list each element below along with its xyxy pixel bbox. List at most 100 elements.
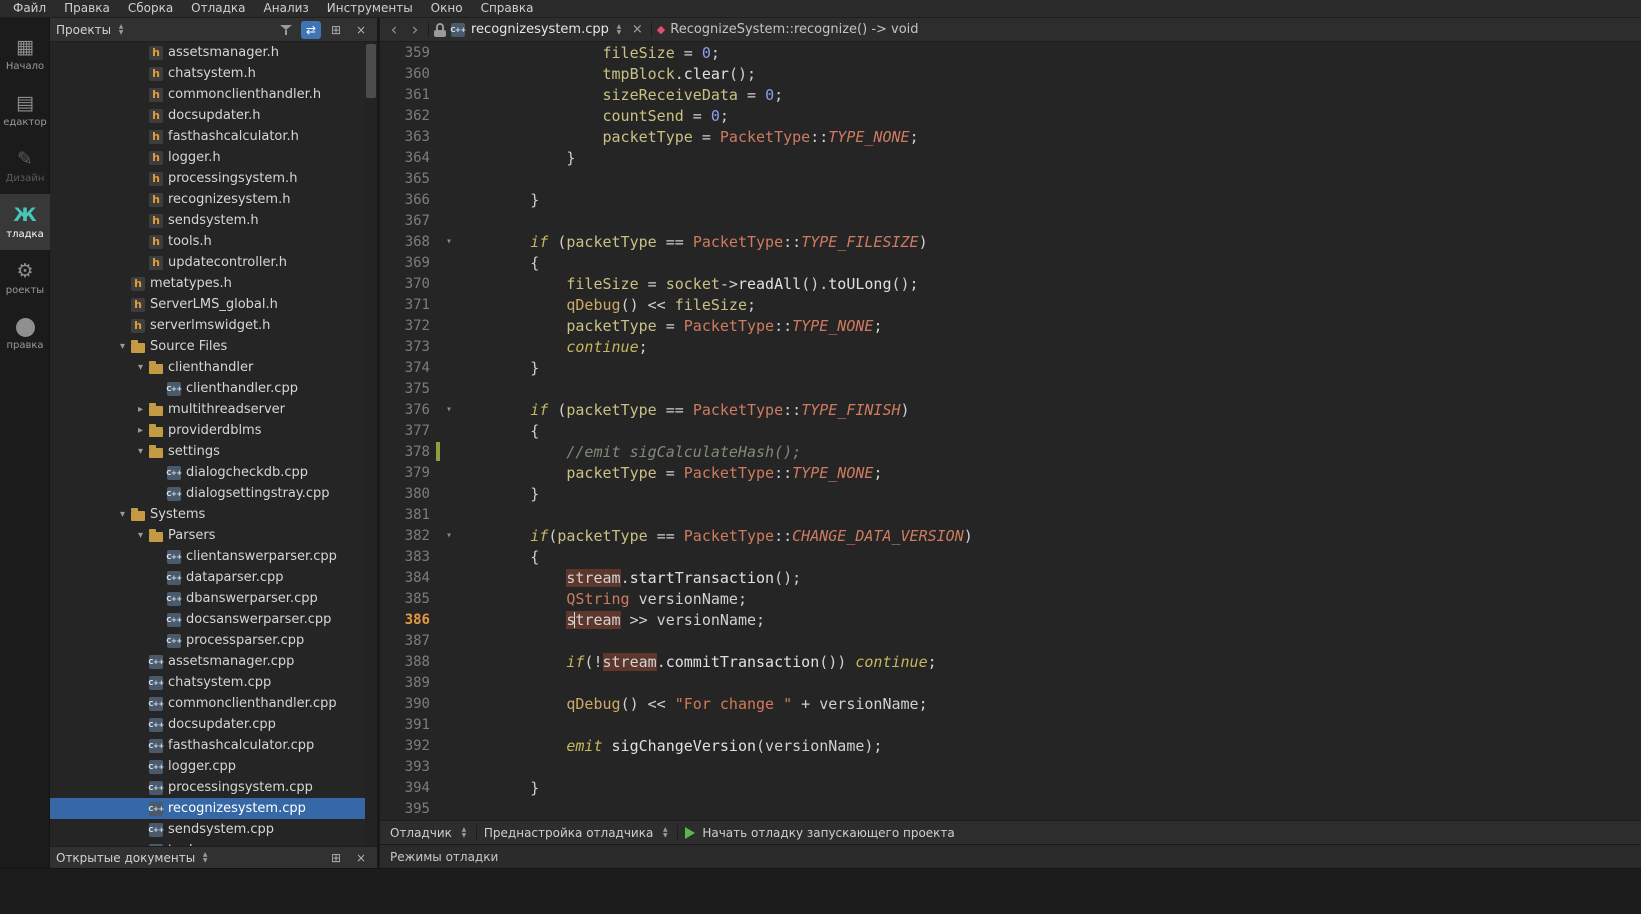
expand-arrow-icon[interactable]: ▸ bbox=[132, 425, 149, 436]
code-line[interactable]: 370 fileSize = socket->readAll().toULong… bbox=[380, 273, 1641, 294]
sync-with-editor-icon[interactable]: ⇄ bbox=[301, 21, 321, 39]
tree-item[interactable]: C++recognizesystem.cpp bbox=[50, 798, 377, 819]
code-line[interactable]: 371 qDebug() << fileSize; bbox=[380, 294, 1641, 315]
collapse-arrow-icon[interactable]: ▾ bbox=[132, 530, 149, 541]
debugger-selector[interactable]: Отладчик bbox=[390, 826, 452, 840]
mode-design[interactable]: ✎Дизайн bbox=[0, 138, 50, 194]
tree-item[interactable]: hServerLMS_global.h bbox=[50, 294, 377, 315]
code-line[interactable]: 379 packetType = PacketType::TYPE_NONE; bbox=[380, 462, 1641, 483]
code-line[interactable]: 388 if(!stream.commitTransaction()) cont… bbox=[380, 651, 1641, 672]
tree-item[interactable]: hdocsupdater.h bbox=[50, 105, 377, 126]
tree-item[interactable]: hsendsystem.h bbox=[50, 210, 377, 231]
symbol-selector[interactable]: RecognizeSystem::recognize() -> void bbox=[670, 22, 918, 37]
document-list-arrows-icon[interactable] bbox=[614, 23, 624, 37]
tree-item[interactable]: C++processparser.cpp bbox=[50, 630, 377, 651]
menu-item[interactable]: Отладка bbox=[182, 0, 254, 17]
tree-item[interactable]: ▾Systems bbox=[50, 504, 377, 525]
filter-icon[interactable] bbox=[276, 21, 296, 39]
mode-help[interactable]: ?правка bbox=[0, 306, 50, 362]
code-line[interactable]: 387 bbox=[380, 630, 1641, 651]
code-line[interactable]: 395 bbox=[380, 798, 1641, 819]
tree-item[interactable]: hmetatypes.h bbox=[50, 273, 377, 294]
code-line[interactable]: 376▾ if (packetType == PacketType::TYPE_… bbox=[380, 399, 1641, 420]
lock-icon[interactable] bbox=[434, 23, 446, 37]
forward-icon[interactable]: › bbox=[407, 20, 423, 40]
code-line[interactable]: 375 bbox=[380, 378, 1641, 399]
code-line[interactable]: 383 { bbox=[380, 546, 1641, 567]
combo-arrows-icon[interactable] bbox=[459, 826, 469, 840]
code-line[interactable]: 360 tmpBlock.clear(); bbox=[380, 63, 1641, 84]
code-line[interactable]: 374 } bbox=[380, 357, 1641, 378]
tree-item[interactable]: C++docsanswerparser.cpp bbox=[50, 609, 377, 630]
code-line[interactable]: 369 { bbox=[380, 252, 1641, 273]
menu-item[interactable]: Окно bbox=[422, 0, 472, 17]
tree-item[interactable]: C++docsupdater.cpp bbox=[50, 714, 377, 735]
tree-item[interactable]: C++dialogsettingstray.cpp bbox=[50, 483, 377, 504]
tree-item[interactable]: hserverlmswidget.h bbox=[50, 315, 377, 336]
menu-item[interactable]: Инструменты bbox=[318, 0, 422, 17]
tree-scrollbar[interactable] bbox=[365, 42, 377, 846]
code-line[interactable]: 362 countSend = 0; bbox=[380, 105, 1641, 126]
tree-item[interactable]: C++assetsmanager.cpp bbox=[50, 651, 377, 672]
code-line[interactable]: 363 packetType = PacketType::TYPE_NONE; bbox=[380, 126, 1641, 147]
mode-welcome[interactable]: ▦Начало bbox=[0, 26, 50, 82]
code-line[interactable]: 367 bbox=[380, 210, 1641, 231]
tree-item[interactable]: hlogger.h bbox=[50, 147, 377, 168]
pane-selector-arrows-icon[interactable] bbox=[116, 23, 126, 37]
code-line[interactable]: 385 QString versionName; bbox=[380, 588, 1641, 609]
tree-item[interactable]: C++sendsystem.cpp bbox=[50, 819, 377, 840]
code-line[interactable]: 389 bbox=[380, 672, 1641, 693]
expand-arrow-icon[interactable]: ▸ bbox=[132, 404, 149, 415]
code-line[interactable]: 364 } bbox=[380, 147, 1641, 168]
tree-item[interactable]: C++tools.cpp bbox=[50, 840, 377, 846]
code-line[interactable]: 392 emit sigChangeVersion(versionName); bbox=[380, 735, 1641, 756]
code-line[interactable]: 384 stream.startTransaction(); bbox=[380, 567, 1641, 588]
code-line[interactable]: 372 packetType = PacketType::TYPE_NONE; bbox=[380, 315, 1641, 336]
tree-item[interactable]: hupdatecontroller.h bbox=[50, 252, 377, 273]
mode-debug[interactable]: Жтладка bbox=[0, 194, 50, 250]
code-line[interactable]: 377 { bbox=[380, 420, 1641, 441]
collapse-arrow-icon[interactable]: ▾ bbox=[132, 362, 149, 373]
menu-item[interactable]: Файл bbox=[4, 0, 55, 17]
editor-tab[interactable]: recognizesystem.cpp bbox=[471, 22, 609, 37]
tree-item[interactable]: htools.h bbox=[50, 231, 377, 252]
code-line[interactable]: 393 bbox=[380, 756, 1641, 777]
tree-item[interactable]: ▸multithreadserver bbox=[50, 399, 377, 420]
tree-item[interactable]: ▾settings bbox=[50, 441, 377, 462]
code-line[interactable]: 378 //emit sigCalculateHash(); bbox=[380, 441, 1641, 462]
back-icon[interactable]: ‹ bbox=[386, 20, 402, 40]
close-pane-icon[interactable]: × bbox=[351, 21, 371, 39]
tree-item[interactable]: C++dialogcheckdb.cpp bbox=[50, 462, 377, 483]
mode-projects[interactable]: ⚙роекты bbox=[0, 250, 50, 306]
split-icon[interactable]: ⊞ bbox=[326, 849, 346, 867]
tree-item[interactable]: hfasthashcalculator.h bbox=[50, 126, 377, 147]
tree-item[interactable]: hprocessingsystem.h bbox=[50, 168, 377, 189]
close-pane-icon[interactable]: × bbox=[351, 849, 371, 867]
code-line[interactable]: 381 bbox=[380, 504, 1641, 525]
code-line[interactable]: 365 bbox=[380, 168, 1641, 189]
code-line[interactable]: 359 fileSize = 0; bbox=[380, 42, 1641, 63]
fold-marker-icon[interactable]: ▾ bbox=[440, 404, 458, 415]
code-line[interactable]: 386 stream >> versionName; bbox=[380, 609, 1641, 630]
split-icon[interactable]: ⊞ bbox=[326, 21, 346, 39]
code-line[interactable]: 382▾ if(packetType == PacketType::CHANGE… bbox=[380, 525, 1641, 546]
tree-item[interactable]: C++clientanswerparser.cpp bbox=[50, 546, 377, 567]
collapse-arrow-icon[interactable]: ▾ bbox=[132, 446, 149, 457]
code-line[interactable]: 390 qDebug() << "For change " + versionN… bbox=[380, 693, 1641, 714]
tree-item[interactable]: C++fasthashcalculator.cpp bbox=[50, 735, 377, 756]
scrollbar-thumb[interactable] bbox=[366, 44, 376, 98]
tree-item[interactable]: ▸providerdblms bbox=[50, 420, 377, 441]
menu-item[interactable]: Сборка bbox=[119, 0, 182, 17]
mode-editor[interactable]: ▤едактор bbox=[0, 82, 50, 138]
code-line[interactable]: 366 } bbox=[380, 189, 1641, 210]
start-debug-label[interactable]: Начать отладку запускающего проекта bbox=[702, 826, 954, 840]
menu-item[interactable]: Анализ bbox=[255, 0, 318, 17]
code-line[interactable]: 380 } bbox=[380, 483, 1641, 504]
collapse-arrow-icon[interactable]: ▾ bbox=[114, 509, 131, 520]
code-editor[interactable]: 359 fileSize = 0;360 tmpBlock.clear(); 36… bbox=[380, 42, 1641, 820]
tree-item[interactable]: C++dataparser.cpp bbox=[50, 567, 377, 588]
code-line[interactable]: 391 bbox=[380, 714, 1641, 735]
menu-item[interactable]: Правка bbox=[55, 0, 119, 17]
tree-item[interactable]: C++commonclienthandler.cpp bbox=[50, 693, 377, 714]
tree-item[interactable]: ▾clienthandler bbox=[50, 357, 377, 378]
